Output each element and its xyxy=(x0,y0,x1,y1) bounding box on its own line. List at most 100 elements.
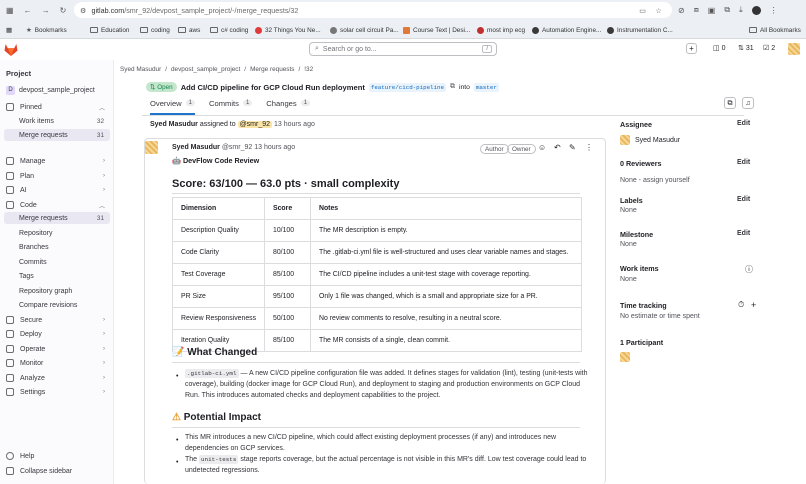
back-icon[interactable]: ← xyxy=(24,6,32,15)
sidebar-item-repository-graph[interactable]: Repository graph xyxy=(0,285,114,297)
browser-chrome: ▦ ← → ↻ ⌂ ⚙ gitlab.com/smr_92/devpost_sa… xyxy=(0,0,806,39)
sidebar-item-manage[interactable]: Manage › xyxy=(0,155,114,167)
sidebar-item-deploy[interactable]: Deploy › xyxy=(0,328,114,340)
sidebar-item-ai[interactable]: AI › xyxy=(0,184,114,196)
sidebar-item-code[interactable]: Code ︿ xyxy=(0,199,114,211)
target-branch[interactable]: master xyxy=(473,82,499,92)
merge-requests-button[interactable]: ⇅ 31 xyxy=(738,44,754,52)
sidebar-item-analyze[interactable]: Analyze › xyxy=(0,372,114,384)
sidebar-item-branches[interactable]: Branches xyxy=(0,241,114,253)
tab-overview[interactable]: Overview 1 xyxy=(150,96,195,115)
bookmark-education[interactable]: Education xyxy=(90,27,129,34)
tab-commits[interactable]: Commits 1 xyxy=(209,96,253,110)
sidebar-item-secure[interactable]: Secure › xyxy=(0,314,114,326)
downloads-icon[interactable]: ⤓ xyxy=(739,5,743,15)
add-time-icon[interactable]: + xyxy=(751,300,756,310)
participant-avatar[interactable] xyxy=(620,352,630,362)
section-title: Time tracking xyxy=(620,301,667,310)
bookmark-csharp[interactable]: c# coding xyxy=(210,27,248,34)
impact-text-1: This MR introduces a new CI/CD pipeline,… xyxy=(185,434,557,452)
bookmark-solar[interactable]: solar cell circuit Pa... xyxy=(330,26,399,34)
todos-button[interactable]: ☑ 2 xyxy=(763,44,775,52)
crumb-user[interactable]: Syed Masudur xyxy=(120,66,161,73)
tab-changes[interactable]: Changes 1 xyxy=(266,96,311,110)
assignee-avatar[interactable] xyxy=(620,135,630,145)
edit-milestone-button[interactable]: Edit xyxy=(737,230,750,237)
stopwatch-icon[interactable]: ⏱ xyxy=(738,300,744,310)
source-branch[interactable]: feature/cicd-pipeline xyxy=(368,82,446,92)
sidebar-item-operate[interactable]: Operate › xyxy=(0,343,114,355)
install-icon[interactable]: ▭ xyxy=(639,6,646,15)
reviewers-value[interactable]: None - assign yourself xyxy=(620,177,756,184)
issues-button[interactable]: ◫ 0 xyxy=(713,44,725,52)
emoji-icon[interactable]: ☺ xyxy=(538,143,546,152)
comment-avatar[interactable] xyxy=(145,141,158,154)
sidebar-item-merge-requests-pinned[interactable]: Merge requests 31 xyxy=(4,129,110,141)
note-author[interactable]: Syed Masudur xyxy=(150,121,198,128)
bookmark-course[interactable]: Course Text | Desi... xyxy=(403,26,470,34)
forward-icon[interactable]: → xyxy=(42,6,50,15)
gitlab-logo-icon[interactable] xyxy=(4,43,18,56)
star-icon[interactable]: ☆ xyxy=(656,6,662,15)
comment-time[interactable]: 13 hours ago xyxy=(254,144,295,151)
edit-labels-button[interactable]: Edit xyxy=(737,196,750,203)
collapse-sidebar-button[interactable]: Collapse sidebar xyxy=(0,465,114,477)
bookmark-coding[interactable]: coding xyxy=(140,27,170,34)
extensions-icon[interactable]: ⧉ xyxy=(724,5,730,15)
folder-icon xyxy=(90,27,98,33)
sidebar-item-tags[interactable]: Tags xyxy=(0,270,114,282)
bookmark-bookmarks[interactable]: ★ Bookmarks xyxy=(26,26,67,35)
sidebar-item-code-merge-requests[interactable]: Merge requests 31 xyxy=(4,212,110,224)
bookmark-aws[interactable]: aws xyxy=(178,27,200,34)
gitlab-top-bar: ⌕ Search or go to... / + ◫ 0 ⇅ 31 ☑ 2 xyxy=(0,39,806,60)
mention[interactable]: @smr_92 xyxy=(237,121,273,128)
sidebar-item-plan[interactable]: Plan › xyxy=(0,170,114,182)
menu-icon[interactable]: ⋮ xyxy=(770,6,778,15)
gear-icon xyxy=(6,388,14,396)
search-box[interactable]: ⌕ Search or go to... / xyxy=(309,42,497,56)
expand-sidebar-icon[interactable]: ⧉ xyxy=(724,97,736,109)
copy-icon[interactable]: ⧉ xyxy=(450,83,455,91)
crumb-mr-id[interactable]: !32 xyxy=(304,66,313,73)
extension-icon-2[interactable]: ⧈ xyxy=(694,5,699,15)
sidebar-item-monitor[interactable]: Monitor › xyxy=(0,357,114,369)
sidebar-toggle-icon[interactable]: ▦ xyxy=(6,6,14,15)
ai-icon xyxy=(6,186,14,194)
crumb-project[interactable]: devpost_sample_project xyxy=(171,66,240,73)
comment-author[interactable]: Syed Masudur xyxy=(172,144,220,151)
site-info-icon[interactable]: ⚙ xyxy=(80,6,86,15)
extension-icon-1[interactable]: ⊘ xyxy=(678,6,685,15)
apps-icon[interactable]: ▦ xyxy=(6,26,12,34)
reply-icon[interactable]: ↶ xyxy=(554,143,561,152)
sidebar-item-commits[interactable]: Commits xyxy=(0,256,114,268)
edit-reviewers-button[interactable]: Edit xyxy=(737,159,750,166)
sidebar-item-repository[interactable]: Repository xyxy=(0,227,114,239)
extension-icon-3[interactable]: ▣ xyxy=(708,6,716,15)
crumb-merge-requests[interactable]: Merge requests xyxy=(250,66,294,73)
user-avatar[interactable] xyxy=(788,43,800,55)
bookmark-all[interactable]: All Bookmarks xyxy=(749,27,801,34)
label: AI xyxy=(20,186,27,194)
mr-tabs: Overview 1 Commits 1 Changes 1 xyxy=(150,96,311,115)
bookmark-instrumentation[interactable]: Instrumentation C... xyxy=(607,26,673,34)
sidebar-item-compare-revisions[interactable]: Compare revisions xyxy=(0,299,114,311)
pinned-section[interactable]: Pinned ︿ xyxy=(0,101,114,113)
table-row: Code Clarity 80/100 The .gitlab-ci.yml fil… xyxy=(172,241,582,264)
notifications-icon[interactable]: ♫ xyxy=(742,97,754,109)
sidebar-item-work-items[interactable]: Work items 32 xyxy=(0,115,114,127)
info-icon[interactable]: ⓘ xyxy=(745,264,753,275)
bookmark-automation[interactable]: Automation Engine... xyxy=(532,26,601,34)
help-button[interactable]: Help xyxy=(0,450,114,462)
bookmark-ecg[interactable]: most imp ecg xyxy=(477,26,525,34)
project-link[interactable]: D devpost_sample_project xyxy=(0,84,114,96)
assignee-name[interactable]: Syed Masudur xyxy=(635,137,680,144)
edit-assignee-button[interactable]: Edit xyxy=(737,120,750,127)
more-actions-icon[interactable]: ⋮ xyxy=(585,143,593,152)
sidebar-item-settings[interactable]: Settings › xyxy=(0,386,114,398)
address-bar[interactable]: ⚙ gitlab.com/smr_92/devpost_sample_proje… xyxy=(74,2,672,18)
profile-avatar[interactable] xyxy=(751,5,761,15)
edit-icon[interactable]: ✎ xyxy=(569,143,576,152)
create-new-icon[interactable]: + xyxy=(686,43,697,54)
bookmark-32-things[interactable]: 32 Things You Ne... xyxy=(255,26,321,34)
reload-icon[interactable]: ↻ xyxy=(60,6,67,15)
